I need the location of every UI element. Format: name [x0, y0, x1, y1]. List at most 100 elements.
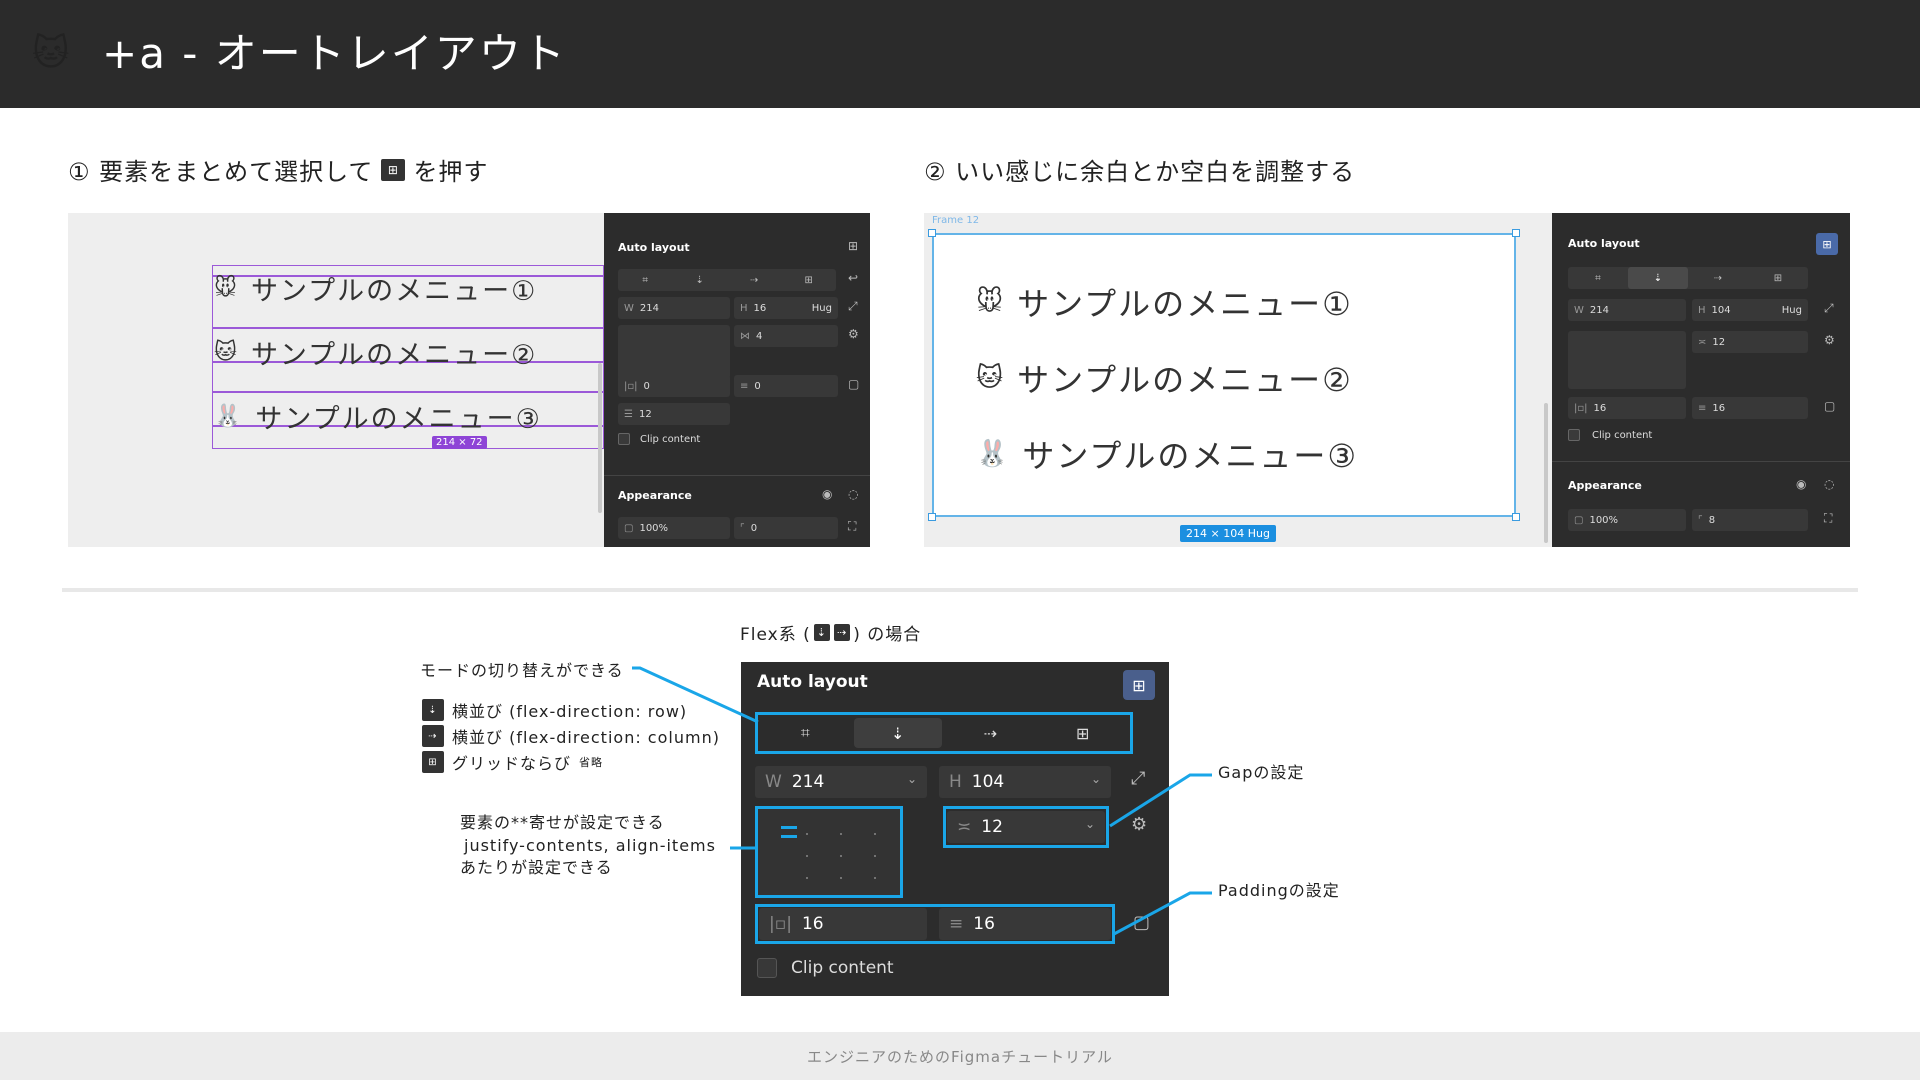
- horizontal-padding-field[interactable]: |▫| 0: [618, 375, 730, 397]
- footer: エンジニアのためのFigmaチュートリアル: [0, 1032, 1920, 1080]
- width-field[interactable]: W 214: [618, 297, 730, 319]
- scrollbar[interactable]: [598, 363, 602, 513]
- settings-icon[interactable]: ⚙: [848, 327, 859, 341]
- alignment-grid[interactable]: [618, 325, 730, 379]
- height-field[interactable]: H 104 ⌄: [939, 766, 1111, 798]
- gap-field[interactable]: ≍ 12 ⌄: [947, 811, 1105, 843]
- freeform-mode-icon[interactable]: ⌗: [618, 269, 673, 291]
- alignment-dot[interactable]: [806, 877, 808, 879]
- resize-icon[interactable]: ⤢: [848, 299, 858, 314]
- settings-icon[interactable]: ⚙: [1131, 814, 1147, 835]
- horizontal-mode-icon[interactable]: ⇢: [727, 269, 782, 291]
- alignment-grid[interactable]: [755, 806, 903, 898]
- padding-detail-icon[interactable]: ▢: [1133, 912, 1150, 933]
- freeform-mode-icon[interactable]: ⌗: [1568, 267, 1628, 289]
- eye-icon[interactable]: ◉: [822, 487, 832, 501]
- width-value: 214: [639, 302, 659, 314]
- wrap-icon[interactable]: ↩: [848, 271, 858, 285]
- drop-icon[interactable]: ◌: [1824, 477, 1834, 491]
- vertical-mode-icon[interactable]: ⇣: [673, 269, 728, 291]
- freeform-mode-icon[interactable]: ⌗: [761, 718, 850, 748]
- grid-mode-icon[interactable]: ⊞: [782, 269, 837, 291]
- cat-icon: 🐱: [214, 340, 239, 365]
- height-field[interactable]: H 16 Hug: [734, 297, 838, 319]
- grid-mode-icon[interactable]: ⊞: [1039, 718, 1128, 748]
- alignment-dot[interactable]: [806, 833, 808, 835]
- vertical-padding-field[interactable]: ≡ 0: [734, 375, 838, 397]
- width-field[interactable]: W 214 ⌄: [755, 766, 927, 798]
- selection-line: [212, 391, 604, 393]
- horizontal-padding-field[interactable]: |▫| 16: [759, 908, 927, 940]
- padding-detail-icon[interactable]: ▢: [1824, 399, 1835, 413]
- spacing-field[interactable]: ☰ 12: [618, 403, 730, 425]
- horizontal-mode-icon[interactable]: ⇢: [946, 718, 1035, 748]
- horizontal-padding-value: 16: [801, 914, 824, 934]
- chevron-down-icon: ⌄: [1090, 772, 1101, 786]
- scrollbar[interactable]: [1544, 403, 1548, 543]
- menu-item[interactable]: 🐰 サンプルのメニュー③: [976, 431, 1358, 477]
- gap-field[interactable]: ≍ 12: [1692, 331, 1808, 353]
- alignment-dot[interactable]: [874, 855, 876, 857]
- opacity-field[interactable]: ▢ 100%: [618, 517, 730, 539]
- menu-item[interactable]: 🐰 サンプルのメニュー③: [214, 397, 542, 436]
- vertical-padding-field[interactable]: ≡ 16: [1692, 397, 1808, 419]
- auto-layout-toggle-icon[interactable]: ⊞: [1816, 233, 1838, 255]
- radius-field[interactable]: ⌜ 0: [734, 517, 838, 539]
- align-note-line-3: あたりが設定できる: [460, 858, 613, 877]
- height-value: 104: [971, 772, 1005, 792]
- eye-icon[interactable]: ◉: [1796, 477, 1806, 491]
- clip-content-checkbox[interactable]: [757, 958, 777, 978]
- page-title: +a - オートレイアウト: [102, 29, 567, 78]
- auto-layout-title: Auto layout: [618, 241, 690, 254]
- opacity-field[interactable]: ▢ 100%: [1568, 509, 1686, 531]
- resize-icon[interactable]: ⤢: [1824, 301, 1834, 316]
- vertical-mode-icon[interactable]: ⇣: [1628, 267, 1688, 289]
- settings-icon[interactable]: ⚙: [1824, 333, 1835, 347]
- grid-mode-icon[interactable]: ⊞: [1748, 267, 1808, 289]
- alignment-dot[interactable]: [874, 833, 876, 835]
- alignment-grid[interactable]: [1568, 331, 1686, 389]
- header-bar: 🐱 +a - オートレイアウト: [0, 0, 1920, 108]
- height-value: 16: [753, 302, 767, 314]
- alignment-dot[interactable]: [840, 855, 842, 857]
- resize-handle[interactable]: [928, 229, 936, 237]
- size-badge: 214 × 72: [432, 436, 487, 449]
- height-label: H: [949, 772, 962, 792]
- menu-item[interactable]: 🐱 サンプルのメニュー②: [976, 355, 1353, 401]
- screenshot-adjust: Frame 12 🐭 サンプルのメニュー① 🐱 サンプルのメニュー② 🐰 サンプ…: [924, 213, 1850, 547]
- expand-icon[interactable]: ⛶: [1824, 511, 1832, 526]
- height-field[interactable]: H 104 Hug: [1692, 299, 1808, 321]
- alignment-dot[interactable]: [806, 855, 808, 857]
- step-1-suffix: を押す: [413, 158, 489, 186]
- horizontal-padding-icon: |▫|: [769, 914, 792, 934]
- menu-item[interactable]: 🐭 サンプルのメニュー①: [214, 269, 537, 308]
- vertical-padding-field[interactable]: ≡ 16: [939, 908, 1111, 940]
- gap-field[interactable]: ⋈ 4: [734, 325, 838, 347]
- vertical-padding-icon: ≡: [1698, 402, 1707, 414]
- horizontal-mode-icon[interactable]: ⇢: [1688, 267, 1748, 289]
- menu-item[interactable]: 🐭 サンプルのメニュー①: [976, 279, 1353, 325]
- horizontal-padding-value: 0: [643, 380, 650, 392]
- size-badge: 214 × 104 Hug: [1180, 525, 1276, 542]
- expand-icon[interactable]: ⛶: [848, 519, 856, 534]
- auto-layout-panel-annotated: Auto layout ⊞ ⌗ ⇣ ⇢ ⊞ W 214 ⌄ H 104 ⌄ ⤢ …: [741, 662, 1169, 996]
- auto-layout-toggle-icon[interactable]: ⊞: [848, 239, 858, 253]
- radius-field[interactable]: ⌜ 8: [1692, 509, 1808, 531]
- mouse-icon: 🐭: [976, 287, 1006, 317]
- width-field[interactable]: W 214: [1568, 299, 1686, 321]
- alignment-dot[interactable]: [840, 877, 842, 879]
- padding-detail-icon[interactable]: ▢: [848, 377, 859, 391]
- horizontal-padding-field[interactable]: |▫| 16: [1568, 397, 1686, 419]
- clip-content-checkbox[interactable]: [1568, 429, 1580, 441]
- alignment-dot[interactable]: [874, 877, 876, 879]
- vertical-mode-icon[interactable]: ⇣: [853, 718, 942, 748]
- resize-handle[interactable]: [1512, 513, 1520, 521]
- clip-content-checkbox[interactable]: [618, 433, 630, 445]
- resize-handle[interactable]: [928, 513, 936, 521]
- menu-item[interactable]: 🐱 サンプルのメニュー②: [214, 333, 537, 372]
- drop-icon[interactable]: ◌: [848, 487, 858, 501]
- auto-layout-toggle-icon[interactable]: ⊞: [1123, 670, 1155, 700]
- alignment-dot[interactable]: [840, 833, 842, 835]
- resize-handle[interactable]: [1512, 229, 1520, 237]
- resize-icon[interactable]: ⤢: [1131, 768, 1145, 789]
